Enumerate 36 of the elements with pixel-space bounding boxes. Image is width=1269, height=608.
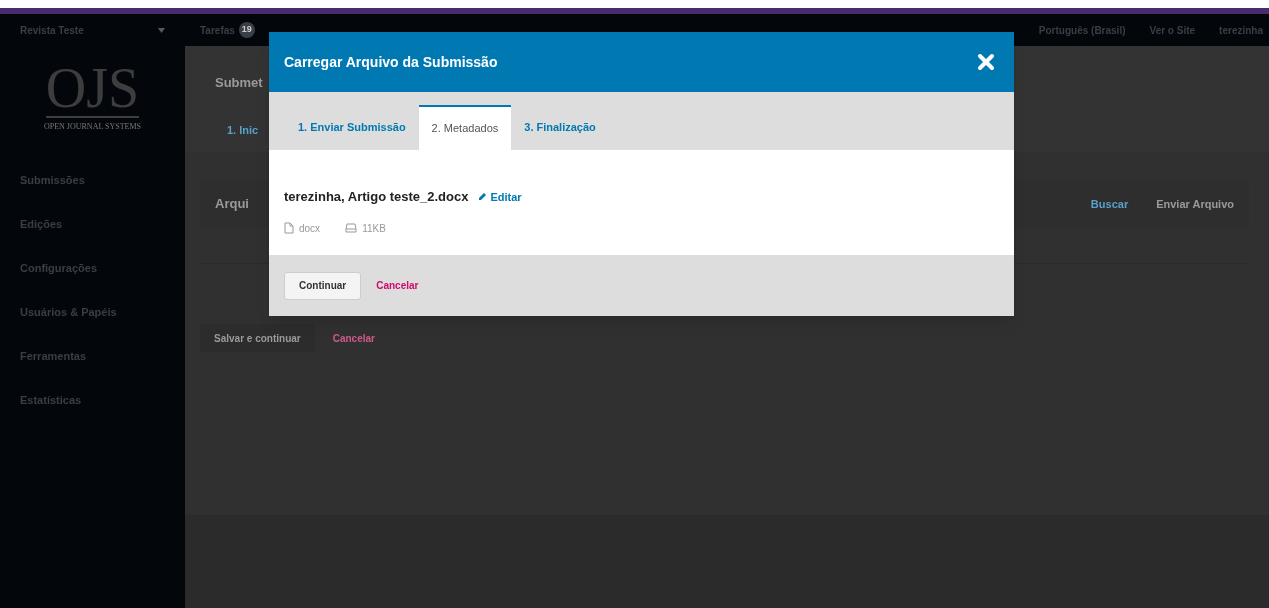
file-size: 11KB (362, 221, 386, 236)
continue-button[interactable]: Continuar (284, 271, 362, 300)
sidebar-item[interactable]: Usuários & Papéis (0, 290, 185, 334)
user-link[interactable]: terezinha (1219, 22, 1263, 38)
edit-link[interactable]: Editar (478, 188, 522, 205)
page-tab[interactable]: 1. Inic (227, 121, 259, 139)
upload-file-link[interactable]: Enviar Arquivo (1156, 195, 1234, 213)
sidebar-item[interactable]: Estatísticas (0, 378, 185, 422)
modal-tab[interactable]: 3. Finalização (511, 105, 609, 150)
pencil-icon (478, 192, 488, 202)
modal-tab[interactable]: 1. Enviar Submissão (285, 105, 419, 150)
file-type: docx (299, 221, 321, 236)
grid-title: Arqui (215, 195, 249, 214)
caret-icon (158, 27, 165, 33)
logo-text: OJS (45, 59, 140, 118)
cancel-link[interactable]: Cancelar (376, 278, 419, 293)
modal-title: Carregar Arquivo da Submissão (284, 52, 498, 72)
close-icon[interactable] (977, 53, 995, 71)
file-name: terezinha, Artigo teste_2.docx (284, 188, 469, 206)
view-site-link[interactable]: Ver o Site (1149, 22, 1196, 38)
tasks-link[interactable]: Tarefas (200, 22, 235, 38)
modal-tab[interactable]: 2. Metadados (418, 105, 512, 150)
document-icon (284, 222, 294, 234)
drive-icon (345, 223, 358, 233)
tasks-count: 19 (238, 22, 255, 38)
sidebar-item[interactable]: Configurações (0, 246, 185, 290)
language-link[interactable]: Português (Brasil) (1038, 22, 1126, 38)
page-title: Submet (215, 75, 263, 90)
sidebar-item[interactable]: Ferramentas (0, 334, 185, 378)
journal-name[interactable]: Revista Teste (20, 22, 84, 38)
search-link[interactable]: Buscar (1090, 195, 1129, 213)
save-continue-button[interactable]: Salvar e continuar (200, 324, 315, 352)
sidebar-item[interactable]: Edições (0, 202, 185, 246)
sidebar-item[interactable]: Submissões (0, 158, 185, 202)
logo-subtitle: OPEN JOURNAL SYSTEMS (43, 120, 142, 133)
cancel-link[interactable]: Cancelar (332, 330, 375, 346)
